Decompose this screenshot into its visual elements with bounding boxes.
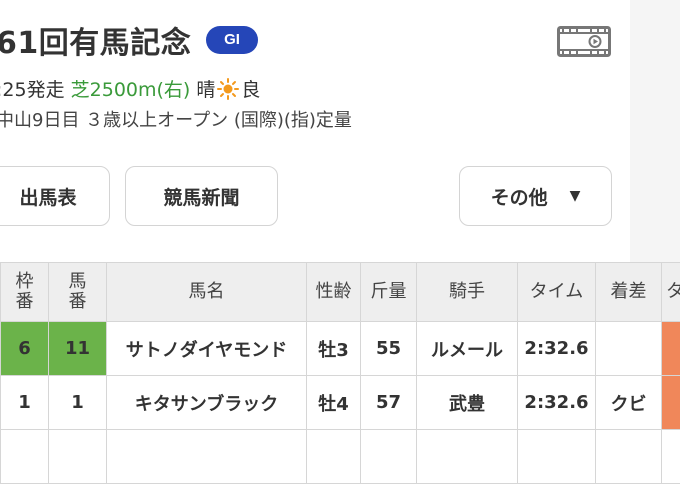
other-dropdown-button[interactable]: その他 ▼: [459, 166, 612, 226]
video-icon[interactable]: [557, 26, 611, 57]
right-gutter: [630, 0, 680, 262]
header-number: 馬番: [49, 263, 107, 322]
time-cell: 2:32.6: [518, 322, 596, 376]
number-cell: 1: [49, 376, 107, 430]
newspaper-label: 競馬新聞: [163, 183, 239, 210]
extra-cell: [662, 322, 680, 376]
jockey-link[interactable]: 武豊: [417, 376, 518, 430]
empty-cell: [417, 430, 518, 484]
header-frame: 枠番: [1, 263, 49, 322]
grade-badge: GI: [206, 26, 258, 54]
empty-cell: [107, 430, 307, 484]
header-frame-bottom: 番: [16, 291, 34, 312]
jockey-link[interactable]: ルメール: [417, 322, 518, 376]
results-table: 枠番 馬番 馬名 性齢 斤量 騎手 タイム 着差 タ 6 11 サトノダイヤモン…: [0, 262, 680, 484]
empty-cell: [49, 430, 107, 484]
frame-cell: 6: [1, 322, 49, 376]
track-condition: 良: [241, 79, 260, 101]
header-weight: 斤量: [361, 263, 417, 322]
chevron-down-icon: ▼: [570, 188, 581, 204]
start-time: :25発走: [0, 79, 65, 101]
race-meta: 中山9日目 ３歳以上オープン (国際)(指)定量: [0, 106, 352, 132]
newspaper-button[interactable]: 競馬新聞: [125, 166, 278, 226]
frame-cell: 1: [1, 376, 49, 430]
header-horse: 馬名: [107, 263, 307, 322]
time-cell: 2:32.6: [518, 376, 596, 430]
race-info-line: :25発走 芝2500m(右) 晴 良: [0, 75, 260, 102]
header-number-bottom: 番: [69, 291, 87, 312]
empty-cell: [518, 430, 596, 484]
sex-age-cell: 牡4: [307, 376, 361, 430]
empty-cell: [361, 430, 417, 484]
horse-link[interactable]: キタサンブラック: [107, 376, 307, 430]
header-jockey: 騎手: [417, 263, 518, 322]
empty-cell: [1, 430, 49, 484]
table-row: [1, 430, 680, 484]
table-header-row: 枠番 馬番 馬名 性齢 斤量 騎手 タイム 着差 タ: [1, 263, 680, 322]
number-cell: 11: [49, 322, 107, 376]
table-row: 6 11 サトノダイヤモンド 牡3 55 ルメール 2:32.6: [1, 322, 680, 376]
header-sex-age: 性齢: [307, 263, 361, 322]
empty-cell: [662, 430, 680, 484]
empty-cell: [596, 430, 662, 484]
course-info: 芝2500m(右): [71, 79, 191, 101]
sex-age-cell: 牡3: [307, 322, 361, 376]
header-frame-top: 枠: [16, 271, 34, 292]
entries-label: 出馬表: [19, 183, 76, 210]
weight-cell: 57: [361, 376, 417, 430]
margin-cell: クビ: [596, 376, 662, 430]
header-time: タイム: [518, 263, 596, 322]
weight-cell: 55: [361, 322, 417, 376]
horse-link[interactable]: サトノダイヤモンド: [107, 322, 307, 376]
empty-cell: [307, 430, 361, 484]
race-title: 61回有馬記念: [0, 18, 191, 62]
header-extra: タ: [662, 263, 680, 322]
extra-cell: [662, 376, 680, 430]
header-number-top: 馬: [69, 271, 87, 292]
table-row: 1 1 キタサンブラック 牡4 57 武豊 2:32.6 クビ: [1, 376, 680, 430]
sun-icon: [217, 78, 239, 100]
other-label: その他: [491, 183, 548, 210]
weather-text: 晴: [196, 79, 215, 101]
header-margin: 着差: [596, 263, 662, 322]
entries-button[interactable]: 出馬表: [0, 166, 110, 226]
margin-cell: [596, 322, 662, 376]
